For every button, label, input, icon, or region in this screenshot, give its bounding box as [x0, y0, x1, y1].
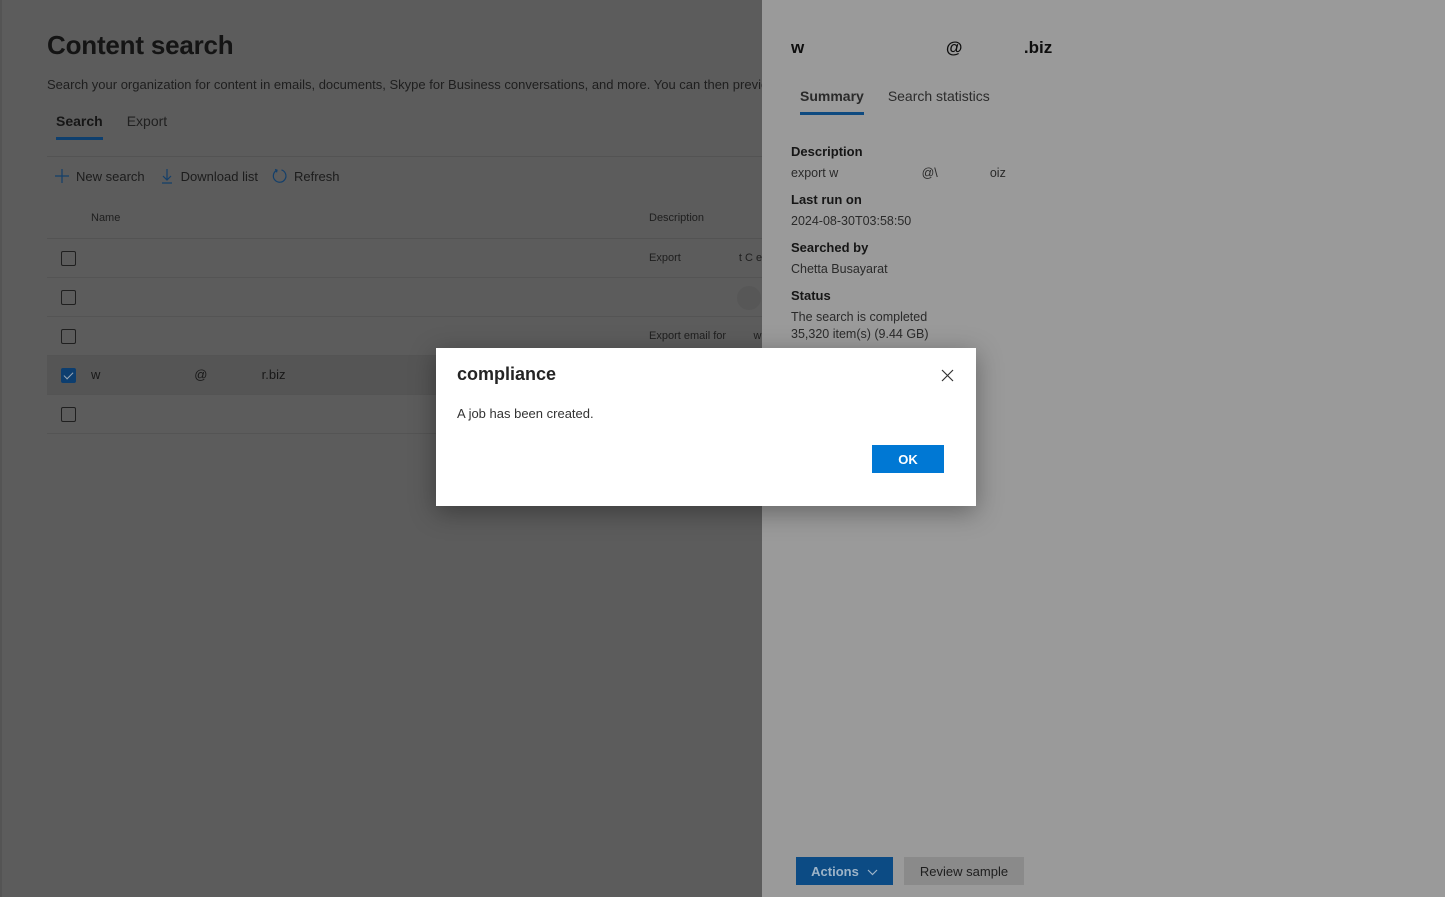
list-header: Name Description — [47, 200, 762, 239]
field-status: Status The search is completed 35,320 it… — [791, 287, 1191, 343]
refresh-icon — [272, 167, 288, 185]
dialog-title: compliance — [457, 364, 557, 384]
list-row[interactable] — [47, 278, 762, 317]
new-search-label: New search — [76, 168, 145, 184]
tab-search-statistics[interactable]: Search statistics — [888, 88, 990, 115]
actions-label: Actions — [811, 863, 859, 879]
panel-footer: Actions Review sample — [796, 857, 1024, 885]
field-value: 2024-08-30T03:58:50 — [791, 214, 912, 228]
refresh-label: Refresh — [293, 168, 340, 184]
loading-indicator — [737, 286, 761, 310]
field-description: Description export w @\ oiz — [791, 143, 1191, 182]
row-checkbox[interactable] — [61, 329, 76, 344]
row-checkbox[interactable] — [61, 251, 76, 266]
row-description: Export t C em — [649, 252, 762, 264]
field-value: The search is completed 35,320 item(s) (… — [791, 310, 929, 341]
review-sample-button[interactable]: Review sample — [904, 857, 1024, 885]
panel-title: w @ .biz — [791, 38, 1053, 57]
row-description: Export email for wa — [649, 330, 762, 342]
field-value: export w @\ oiz — [791, 166, 1006, 180]
field-searched-by: Searched by Chetta Busayarat — [791, 239, 1191, 278]
field-label: Searched by — [791, 240, 869, 255]
page-description: Search your organization for content in … — [47, 77, 762, 92]
download-icon — [159, 167, 175, 185]
row-checkbox[interactable] — [61, 407, 76, 422]
summary-section: Description export w @\ oiz Last run on … — [791, 143, 1191, 352]
tab-summary[interactable]: Summary — [800, 88, 864, 115]
download-list-label: Download list — [180, 168, 258, 184]
list-row[interactable]: Export t C em — [47, 239, 762, 278]
dialog-message: A job has been created. — [457, 406, 594, 421]
field-label: Description — [791, 144, 863, 159]
download-list-button[interactable]: Download list — [159, 167, 258, 185]
toolbar: New search Download list Refresh — [54, 167, 340, 185]
column-header-name[interactable]: Name — [91, 212, 120, 224]
row-checkbox-checked[interactable] — [61, 368, 76, 383]
row-checkbox[interactable] — [61, 290, 76, 305]
field-value: Chetta Busayarat — [791, 262, 888, 276]
row-name: w @ r.biz — [91, 367, 286, 382]
close-icon[interactable] — [938, 366, 956, 384]
field-label: Last run on — [791, 192, 862, 207]
column-header-description[interactable]: Description — [649, 212, 704, 224]
panel-tabs: Summary Search statistics — [800, 88, 990, 115]
tab-search[interactable]: Search — [56, 113, 103, 140]
field-last-run: Last run on 2024-08-30T03:58:50 — [791, 191, 1191, 230]
tab-export[interactable]: Export — [127, 113, 167, 140]
ok-button[interactable]: OK — [872, 445, 944, 473]
field-label: Status — [791, 288, 831, 303]
chevron-down-icon — [867, 864, 878, 879]
refresh-button[interactable]: Refresh — [272, 167, 340, 185]
actions-button[interactable]: Actions — [796, 857, 893, 885]
job-created-dialog: compliance A job has been created. OK — [436, 348, 976, 506]
new-search-button[interactable]: New search — [54, 167, 145, 185]
plus-icon — [54, 167, 70, 185]
page-tabs: Search Export — [56, 113, 167, 140]
tabs-divider — [47, 156, 762, 157]
page-title: Content search — [47, 30, 234, 60]
